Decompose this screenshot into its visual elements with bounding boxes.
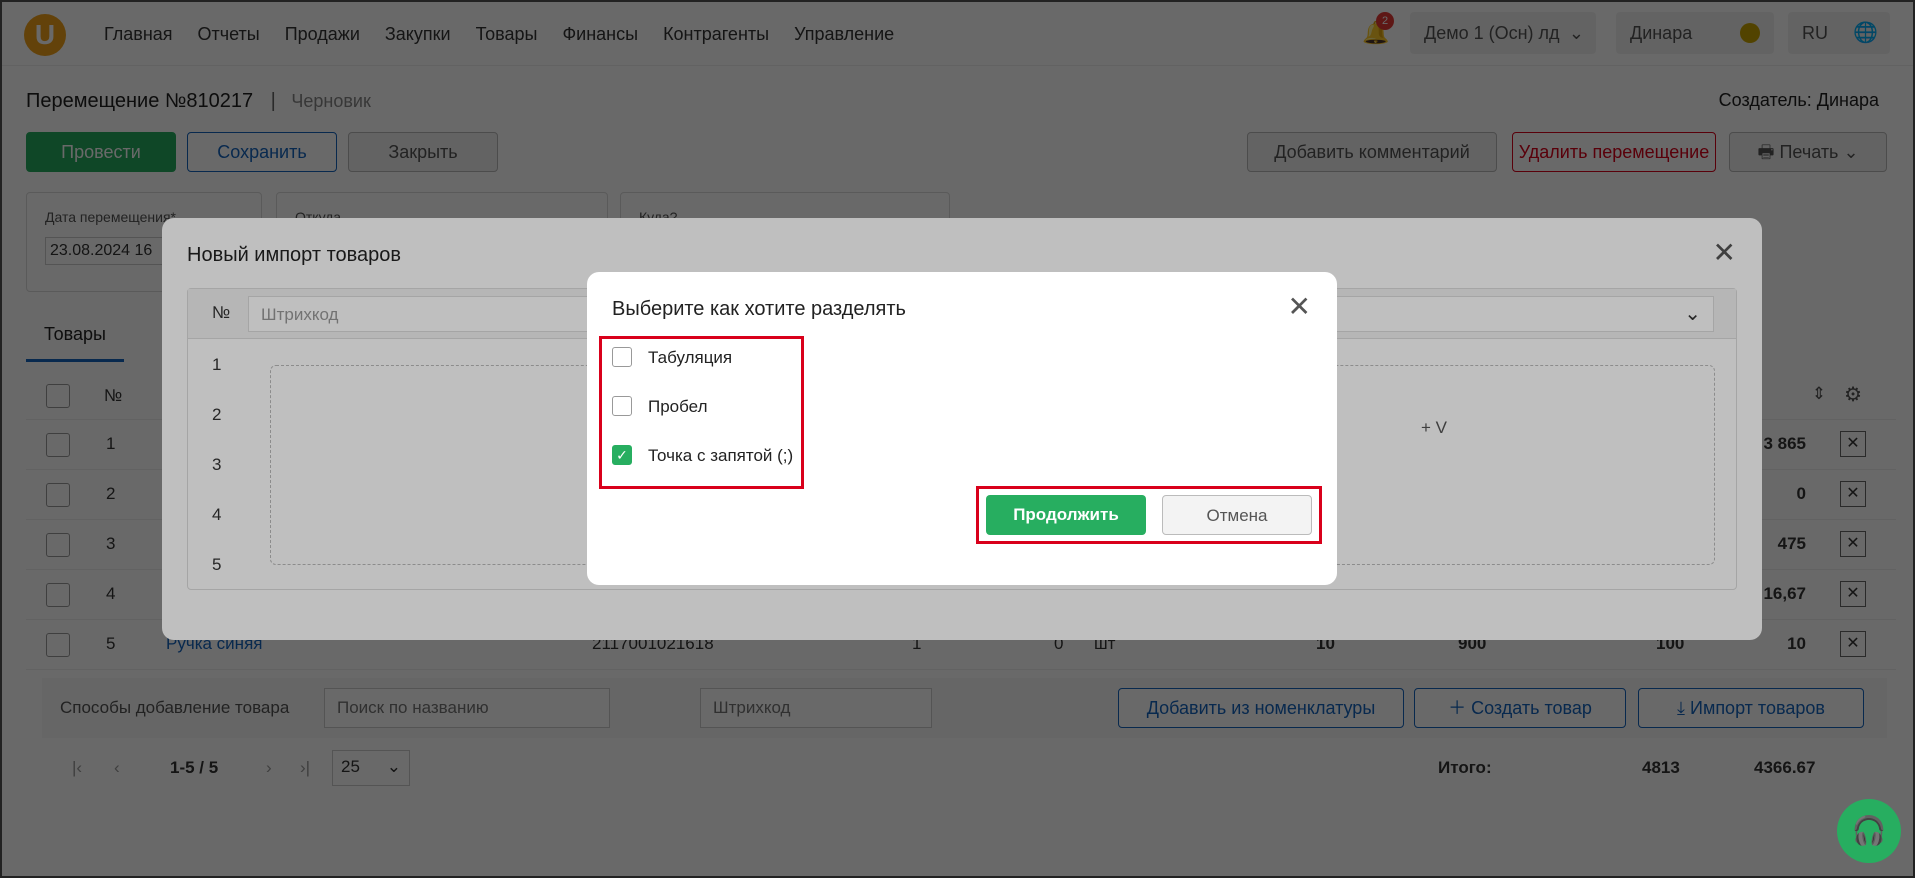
app-window: U Главная Отчеты Продажи Закупки Товары … [0,0,1915,878]
separator-dialog-title: Выберите как хотите разделять [612,298,906,320]
support-chat-button[interactable]: 🎧 [1837,799,1901,863]
highlight-frame-buttons [976,486,1322,544]
highlight-frame-options [599,336,804,489]
separator-dialog: Выберите как хотите разделять ✕ Табуляци… [587,272,1337,585]
close-icon[interactable]: ✕ [1288,290,1311,323]
headset-icon: 🎧 [1851,815,1887,846]
